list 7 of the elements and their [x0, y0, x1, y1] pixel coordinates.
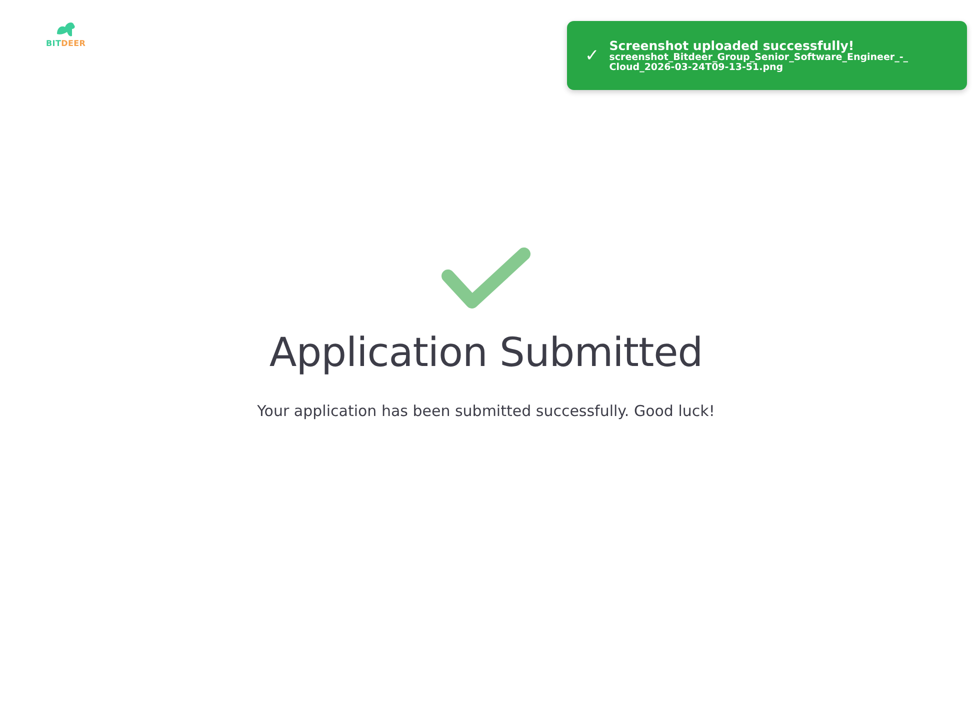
check-glyph: ✓ [585, 46, 600, 66]
success-message: Your application has been submitted successfully. Good luck! [257, 402, 715, 420]
bird-icon [54, 20, 77, 38]
page-heading: Application Submitted [269, 330, 703, 376]
toast-title: Screenshot uploaded successfully! [609, 38, 854, 54]
toast-message: screenshot_Bitdeer_Group_Senior_Software_Engineer_-_Cloud_2026-03-24T09-13-51.png [609, 53, 910, 73]
logo-text: BITDEER [46, 39, 86, 48]
